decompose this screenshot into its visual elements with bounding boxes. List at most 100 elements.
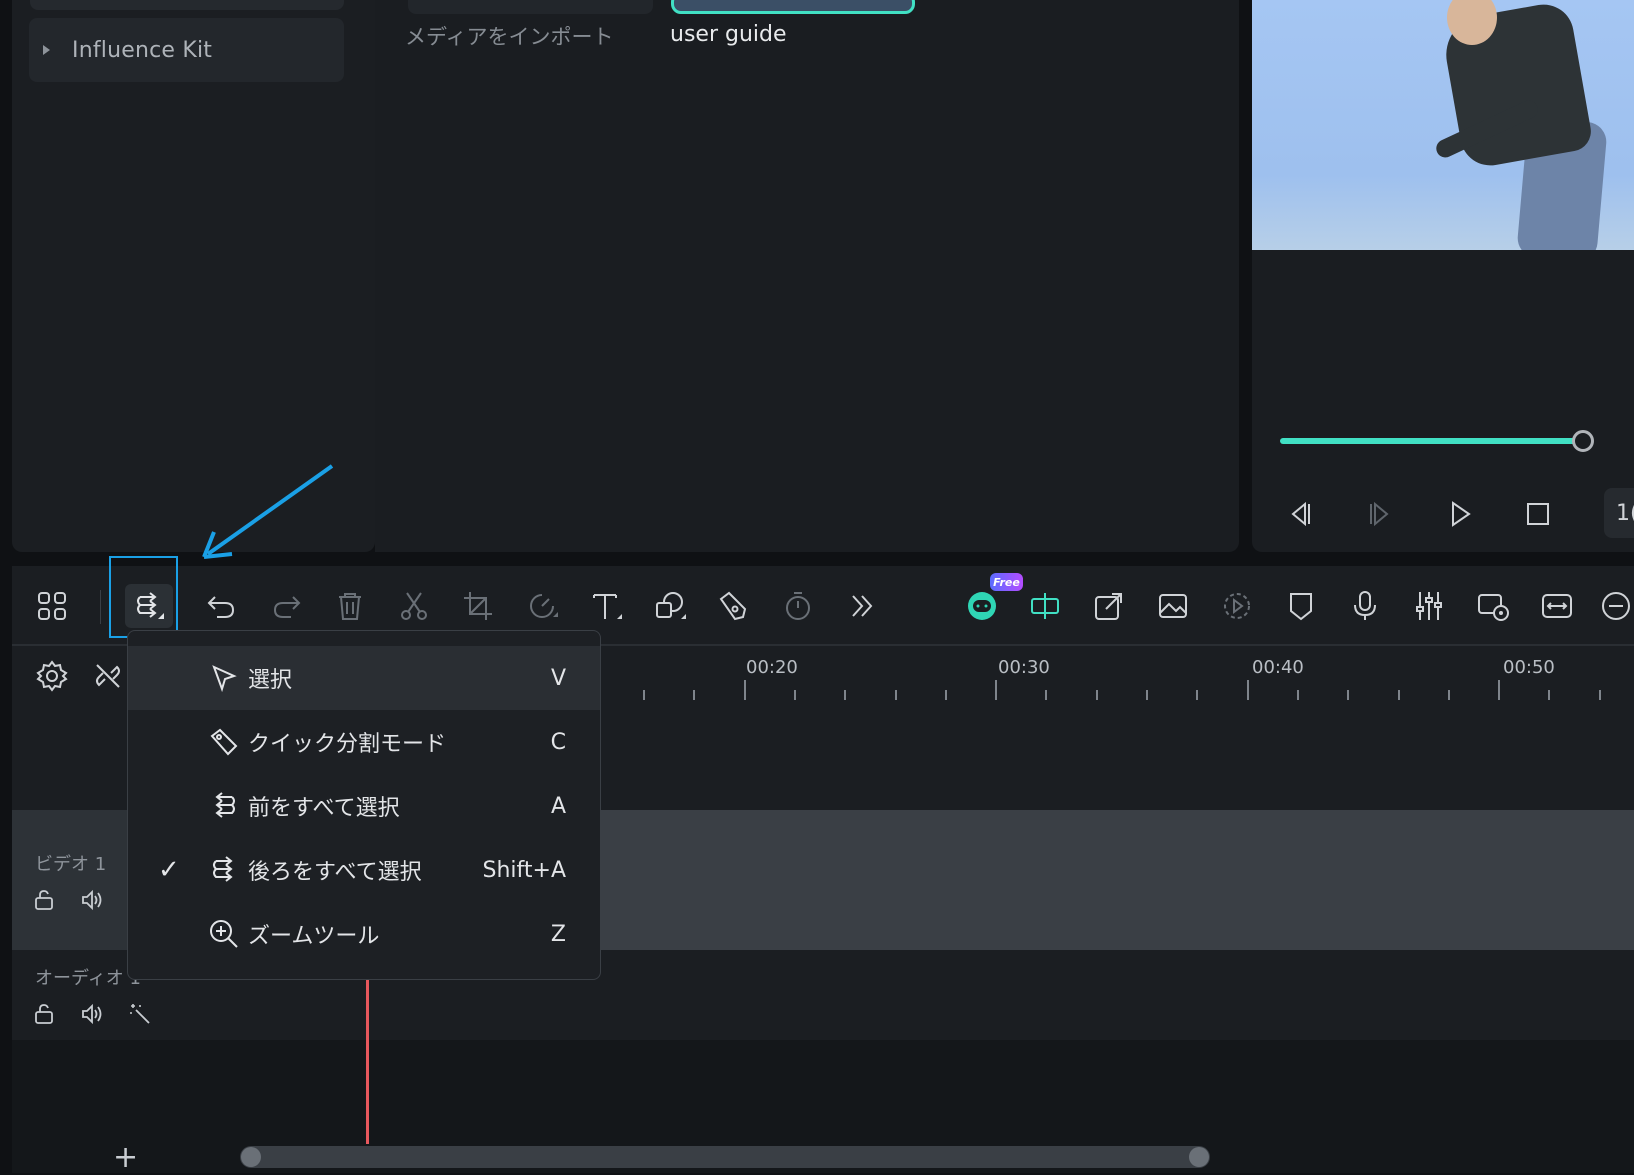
menu-item-label: ズームツール [248,924,380,949]
ruler-tick [693,690,695,700]
menu-item-label: 選択 [248,668,293,693]
menu-item-label: 前をすべて選択 [248,796,400,821]
ruler-tick [1045,690,1047,700]
ruler-label: 00:20 [746,657,798,678]
audio-track-name: オーディオ 1 [35,968,141,989]
scrollbar-handle-left[interactable] [241,1147,261,1167]
menu-item-select[interactable]: 選択 V [128,646,600,710]
menu-item-shortcut: C [550,729,566,755]
export-icon[interactable] [1089,586,1129,626]
ruler-tick [794,690,796,700]
redo-icon[interactable] [266,586,306,626]
ruler-tick [1247,680,1249,700]
stop-icon [1527,503,1549,525]
speaker-icon[interactable] [78,1000,106,1028]
lock-icon[interactable] [30,886,58,914]
clip-thumbnail[interactable] [671,0,915,14]
mic-icon[interactable] [1345,586,1385,626]
playback-progress-knob[interactable] [1572,430,1594,452]
ruler-tick [1398,690,1400,700]
preview-panel: 1( [1252,0,1634,552]
ruler-label: 00:40 [1252,657,1304,678]
stop-button[interactable] [1520,496,1556,532]
ruler-tick [643,690,645,700]
video-track-name: ビデオ 1 [35,854,107,875]
screen-record-icon[interactable] [1473,586,1513,626]
menu-item-select-all-before[interactable]: 前をすべて選択 A [128,774,600,838]
mixer-icon[interactable] [1409,586,1449,626]
scrollbar-handle-right[interactable] [1189,1147,1209,1167]
more-icon[interactable] [842,586,882,626]
clip-label: user guide [670,22,787,47]
zoom-icon [210,920,238,948]
toolbar-divider [100,590,101,624]
lock-icon[interactable] [30,1000,58,1028]
fit-icon[interactable] [1537,586,1577,626]
pen-icon[interactable] [714,586,754,626]
replay-icon[interactable] [1217,586,1257,626]
menu-item-shortcut: Shift+A [482,857,567,883]
playback-progress-bar[interactable] [1280,438,1583,444]
menu-item-label: クイック分割モード [248,732,447,757]
ruler-tick [995,680,997,700]
ruler-tick [1347,690,1349,700]
ruler-label: 00:50 [1503,657,1555,678]
unlink-icon[interactable] [88,656,128,696]
delete-icon[interactable] [330,586,370,626]
text-icon[interactable] [586,586,626,626]
timer-icon[interactable] [778,586,818,626]
ruler-tick [1096,690,1098,700]
cut-icon[interactable] [394,586,434,626]
menu-item-label: 後ろをすべて選択 [248,860,422,885]
select-backward-icon [215,792,235,818]
ruler-label: 00:30 [998,657,1050,678]
crop-icon[interactable] [458,586,498,626]
video-track-1-header [12,810,127,950]
menu-item-select-all-after[interactable]: ✓ 後ろをすべて選択 Shift+A [128,838,600,902]
timeline-horizontal-scrollbar[interactable] [240,1146,1210,1168]
ruler-tick [1448,690,1450,700]
ruler-tick [1146,690,1148,700]
menu-item-quick-split[interactable]: クイック分割モード C [128,710,600,774]
playhead[interactable] [366,980,369,1144]
image-icon[interactable] [1153,586,1193,626]
sidebar-item-influence-kit[interactable]: Influence Kit [29,18,344,82]
undo-icon[interactable] [202,586,242,626]
zoom-out-icon[interactable] [1596,586,1634,626]
shape-icon[interactable] [650,586,690,626]
chevron-right-icon [43,45,50,55]
ai-copilot-icon[interactable] [962,586,1002,626]
menu-item-shortcut: A [550,793,566,819]
blade-icon [210,728,238,756]
select-forward-icon [213,856,233,882]
grid-icon[interactable] [32,586,72,626]
next-frame-button[interactable] [1362,496,1398,532]
select-tool-highlight [109,556,178,638]
annotation-arrow-icon [202,464,334,559]
sidebar-item-prev[interactable] [30,0,344,10]
menu-item-shortcut: V [550,665,566,691]
ruler-tick [945,690,947,700]
menu-item-zoom-tool[interactable]: ズームツール Z [128,902,600,966]
import-media-label: メディアをインポート [405,25,614,49]
pointer-icon [212,665,237,693]
speaker-icon[interactable] [78,886,106,914]
ruler-tick [844,690,846,700]
menu-item-shortcut: Z [550,921,566,947]
play-button[interactable] [1442,496,1478,532]
prev-frame-button[interactable] [1282,496,1318,532]
ruler-tick [1599,690,1601,700]
media-panel [375,0,1239,552]
ruler-tick [1548,690,1550,700]
timeline-settings-icon[interactable] [32,656,72,696]
ruler-tick [1297,690,1299,700]
add-track-button[interactable]: + [113,1140,138,1175]
ruler-tick [1498,680,1500,700]
import-media-tile[interactable] [408,0,653,14]
marker-icon[interactable] [1281,586,1321,626]
magic-wand-icon[interactable] [126,1000,154,1028]
speed-icon[interactable] [522,586,562,626]
ruler-tick [744,680,746,700]
split-icon[interactable] [1025,586,1065,626]
playback-speed-button[interactable]: 1( [1604,488,1634,538]
